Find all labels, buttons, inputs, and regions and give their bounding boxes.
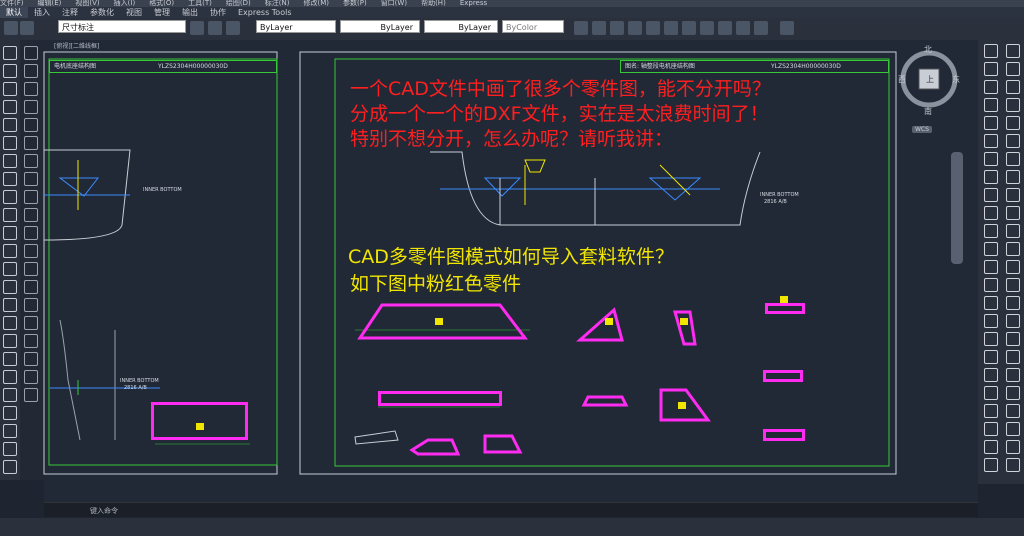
right-tool-icon[interactable] — [984, 368, 998, 382]
east-label[interactable]: 东 — [952, 74, 960, 85]
right-tool-icon[interactable] — [984, 134, 998, 148]
right-title-block: 图名: 轴整段电机座结构图 YLZS2304H00000030D — [620, 60, 889, 73]
right-tool-icon[interactable] — [984, 404, 998, 418]
overlay-line-5: 如下图中粉红色零件 — [350, 273, 522, 295]
part-label-tag — [605, 318, 613, 325]
south-label[interactable]: 南 — [924, 106, 932, 117]
right-tool-icon[interactable] — [1006, 116, 1020, 130]
part-label-tag — [680, 318, 688, 325]
part-label-tag — [678, 402, 686, 409]
pink-part-small-3[interactable] — [763, 429, 805, 441]
left-title-block: 电机底座结构图 YLZS2304H00000030D — [49, 60, 277, 73]
right-tool-icon[interactable] — [1006, 170, 1020, 184]
right-tool-icon[interactable] — [984, 332, 998, 346]
overlay-line-2: 分成一个一个的DXF文件，实在是太浪费时间了！ — [350, 103, 769, 125]
right-tool-icon[interactable] — [1006, 224, 1020, 238]
command-prompt: 键入命令 — [90, 507, 118, 515]
right-tool-icon[interactable] — [984, 116, 998, 130]
overlay-line-4: CAD多零件图模式如何导入套料软件？ — [348, 246, 674, 268]
right-tool-icon[interactable] — [984, 422, 998, 436]
right-inner-bottom-label: INNER BOTTOM — [760, 192, 799, 198]
right-drawing-number: YLZS2304H00000030D — [771, 63, 841, 70]
right-tool-icon[interactable] — [1006, 314, 1020, 328]
right-tool-icon[interactable] — [1006, 404, 1020, 418]
viewcube[interactable]: 北 南 东 西 上 WCS — [898, 44, 960, 134]
part-label-tag — [780, 296, 788, 303]
right-tool-icon[interactable] — [1006, 260, 1020, 274]
right-tool-icon[interactable] — [1006, 440, 1020, 454]
right-inner-bottom-sub: 2816 A/B — [764, 199, 787, 205]
right-tool-icon[interactable] — [1006, 350, 1020, 364]
top-face-label[interactable]: 上 — [926, 74, 934, 85]
right-tool-icon[interactable] — [1006, 458, 1020, 472]
right-tool-icon[interactable] — [1006, 206, 1020, 220]
part-label-tag — [435, 318, 443, 325]
navigation-bar[interactable] — [951, 152, 963, 264]
overlay-line-1: 一个CAD文件中画了很多个零件图，能不分开吗？ — [350, 78, 771, 100]
right-tool-icon[interactable] — [1006, 152, 1020, 166]
right-tool-icon[interactable] — [1006, 62, 1020, 76]
left-drawing-number: YLZS2304H00000030D — [158, 63, 228, 70]
right-tool-icon[interactable] — [984, 260, 998, 274]
overlay-line-3: 特别不想分开，怎么办呢？请听我讲： — [350, 128, 674, 150]
right-tool-icon[interactable] — [1006, 422, 1020, 436]
west-label[interactable]: 西 — [898, 74, 906, 85]
right-tool-icon[interactable] — [984, 170, 998, 184]
right-tool-icon[interactable] — [984, 206, 998, 220]
right-tool-icon[interactable] — [984, 62, 998, 76]
right-tool-icon[interactable] — [984, 242, 998, 256]
right-tool-icon[interactable] — [1006, 44, 1020, 58]
right-tool-icon[interactable] — [1006, 242, 1020, 256]
right-tool-icon[interactable] — [984, 458, 998, 472]
right-tool-icon[interactable] — [1006, 98, 1020, 112]
lower-inner-bottom-sub: 2816 A/B — [124, 385, 147, 391]
wcs-button[interactable]: WCS — [912, 126, 932, 133]
right-tool-icon[interactable] — [984, 440, 998, 454]
right-tool-icon[interactable] — [1006, 278, 1020, 292]
lower-inner-bottom-label: INNER BOTTOM — [120, 378, 159, 384]
right-tool-icon[interactable] — [984, 80, 998, 94]
right-tool-icon[interactable] — [984, 314, 998, 328]
part-label-tag — [196, 423, 204, 430]
pink-part-strip[interactable] — [378, 391, 502, 406]
pink-part-small-2[interactable] — [763, 370, 803, 382]
viewcube-ring — [900, 50, 958, 108]
command-line[interactable]: 键入命令 — [44, 506, 978, 518]
north-label[interactable]: 北 — [924, 44, 932, 55]
right-tool-icon[interactable] — [1006, 368, 1020, 382]
right-sheet-title: 图名: 轴整段电机座结构图 — [625, 63, 695, 70]
status-bar — [0, 518, 1024, 536]
right-tool-icon[interactable] — [984, 278, 998, 292]
right-tool-icon[interactable] — [984, 152, 998, 166]
right-tool-icon[interactable] — [984, 296, 998, 310]
right-tool-icon[interactable] — [1006, 134, 1020, 148]
right-tool-icon[interactable] — [984, 386, 998, 400]
right-tool-icon[interactable] — [1006, 80, 1020, 94]
right-tool-icon[interactable] — [984, 350, 998, 364]
right-tool-icon[interactable] — [1006, 296, 1020, 310]
right-tool-icon[interactable] — [1006, 386, 1020, 400]
right-tool-icon[interactable] — [1006, 188, 1020, 202]
right-tool-icon[interactable] — [984, 98, 998, 112]
left-sheet-title: 电机底座结构图 — [54, 63, 97, 70]
right-tool-icon[interactable] — [1006, 332, 1020, 346]
right-tool-icon[interactable] — [984, 224, 998, 238]
right-tool-icon[interactable] — [984, 44, 998, 58]
right-tool-icon[interactable] — [984, 188, 998, 202]
right-toolbar — [978, 40, 1024, 484]
left-inner-bottom-label: INNER BOTTOM — [143, 187, 182, 193]
pink-part-plate[interactable] — [151, 402, 248, 440]
pink-part-small-1[interactable] — [765, 303, 805, 314]
